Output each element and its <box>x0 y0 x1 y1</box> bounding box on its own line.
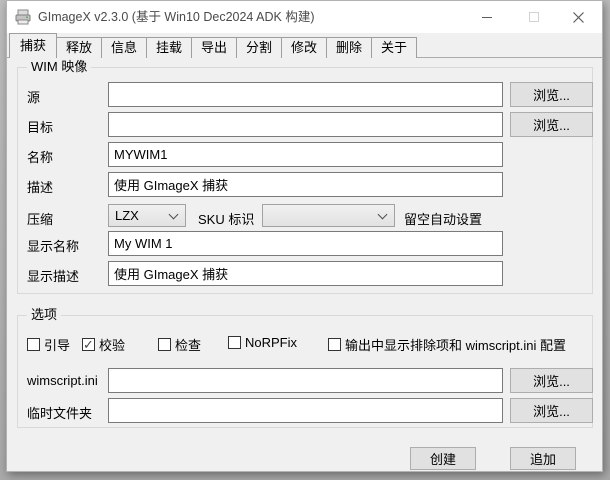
destination-label: 目标 <box>27 117 53 136</box>
tab-apply[interactable]: 释放 <box>56 37 102 58</box>
display-description-label: 显示描述 <box>27 266 79 285</box>
norpfix-checkbox[interactable]: NoRPFix <box>228 335 297 350</box>
show-exclusions-checkbox[interactable]: 输出中显示排除项和 wimscript.ini 配置 <box>328 335 566 354</box>
boot-checkbox-label: 引导 <box>44 335 70 354</box>
minimize-button[interactable] <box>463 1 510 33</box>
destination-input[interactable] <box>108 112 503 137</box>
display-name-input[interactable] <box>108 231 503 256</box>
compression-selected-value: LZX <box>115 208 139 223</box>
tab-change[interactable]: 修改 <box>281 37 327 58</box>
app-icon <box>15 9 31 25</box>
app-window: GImageX v2.3.0 (基于 Win10 Dec2024 ADK 构建)… <box>6 0 603 472</box>
append-button[interactable]: 追加 <box>510 447 576 470</box>
tab-delete[interactable]: 删除 <box>326 37 372 58</box>
compression-select[interactable]: LZX <box>108 204 186 227</box>
name-input[interactable] <box>108 142 503 167</box>
display-name-label: 显示名称 <box>27 236 79 255</box>
chevron-down-icon <box>169 210 179 220</box>
temp-folder-browse-button[interactable]: 浏览... <box>510 398 593 423</box>
source-input[interactable] <box>108 82 503 107</box>
compression-label: 压缩 <box>27 209 53 228</box>
wimscript-label: wimscript.ini <box>27 373 98 388</box>
checkbox-icon <box>228 336 241 349</box>
temp-folder-label: 临时文件夹 <box>27 403 92 422</box>
checkbox-icon <box>27 338 40 351</box>
tab-bar: 捕获 释放 信息 挂载 导出 分割 修改 删除 关于 <box>9 33 416 58</box>
sku-hint: 留空自动设置 <box>404 209 482 228</box>
source-label: 源 <box>27 87 40 106</box>
verify-checkbox[interactable]: 校验 <box>82 335 125 354</box>
tab-mount[interactable]: 挂载 <box>146 37 192 58</box>
verify-checkbox-label: 校验 <box>99 335 125 354</box>
boot-checkbox[interactable]: 引导 <box>27 335 70 354</box>
sku-select[interactable] <box>262 204 395 227</box>
destination-browse-button[interactable]: 浏览... <box>510 112 593 137</box>
maximize-icon <box>529 12 539 22</box>
chevron-down-icon <box>378 210 388 220</box>
tab-about[interactable]: 关于 <box>371 37 417 58</box>
close-icon <box>573 12 584 23</box>
tab-info[interactable]: 信息 <box>101 37 147 58</box>
description-label: 描述 <box>27 177 53 196</box>
options-group-title: 选项 <box>27 307 61 323</box>
description-input[interactable] <box>108 172 503 197</box>
norpfix-checkbox-label: NoRPFix <box>245 335 297 350</box>
wim-image-group-title: WIM 映像 <box>27 59 91 75</box>
tab-split[interactable]: 分割 <box>236 37 282 58</box>
temp-folder-input[interactable] <box>108 398 503 423</box>
check-checkbox[interactable]: 检查 <box>158 335 201 354</box>
checkbox-icon <box>82 338 95 351</box>
create-button[interactable]: 创建 <box>410 447 476 470</box>
name-label: 名称 <box>27 147 53 166</box>
tab-capture[interactable]: 捕获 <box>9 33 57 58</box>
checkbox-icon <box>158 338 171 351</box>
check-checkbox-label: 检查 <box>175 335 201 354</box>
sku-label: SKU 标识 <box>198 209 254 228</box>
minimize-icon <box>482 17 492 18</box>
show-exclusions-checkbox-label: 输出中显示排除项和 wimscript.ini 配置 <box>345 335 566 354</box>
display-description-input[interactable] <box>108 261 503 286</box>
close-button[interactable] <box>555 1 602 33</box>
wimscript-browse-button[interactable]: 浏览... <box>510 368 593 393</box>
wimscript-input[interactable] <box>108 368 503 393</box>
checkbox-icon <box>328 338 341 351</box>
maximize-button[interactable] <box>510 1 557 33</box>
window-title: GImageX v2.3.0 (基于 Win10 Dec2024 ADK 构建) <box>38 1 315 33</box>
title-bar: GImageX v2.3.0 (基于 Win10 Dec2024 ADK 构建) <box>7 1 602 33</box>
source-browse-button[interactable]: 浏览... <box>510 82 593 107</box>
tab-export[interactable]: 导出 <box>191 37 237 58</box>
